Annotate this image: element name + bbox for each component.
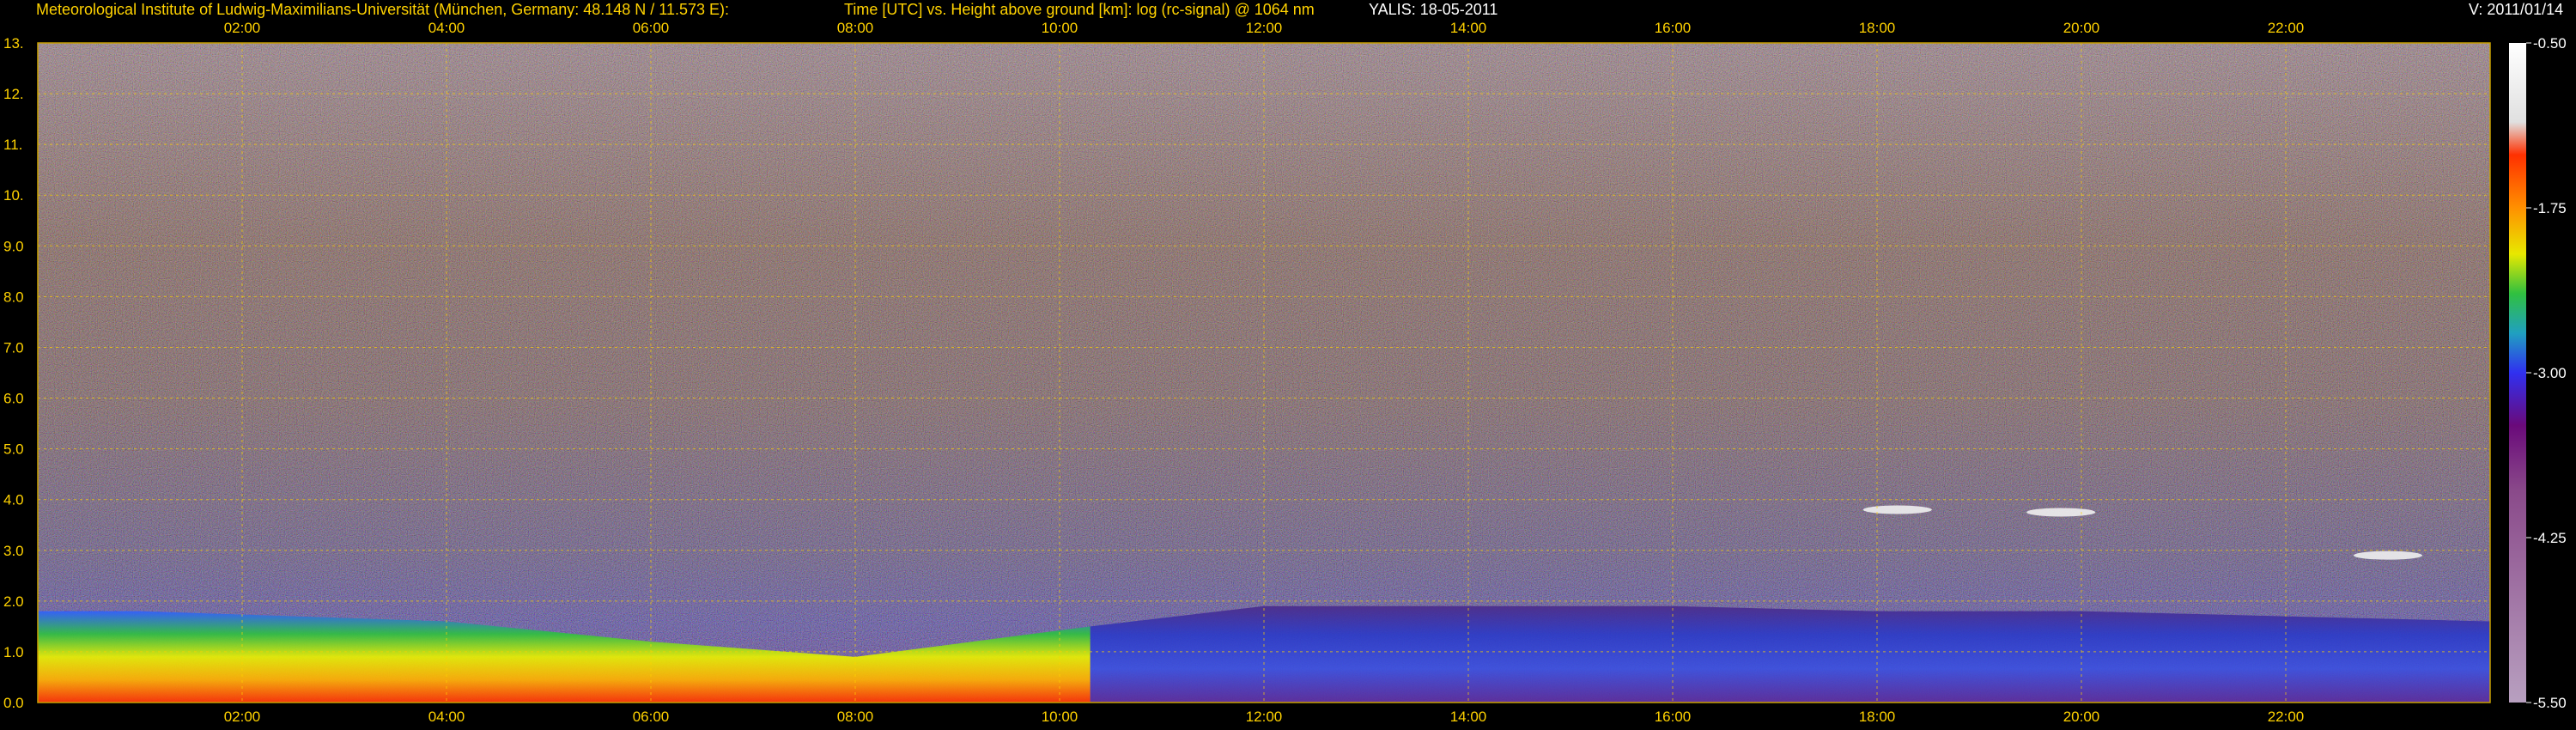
y-axis: 0.0 1.0 2.0 3.0 4.0 5.0 6.0 7.0 8.0 9.0 10. 11. 12. 1… bbox=[3, 35, 24, 711]
x-tick-bottom-22:00: 22:00 bbox=[2268, 709, 2305, 725]
y-tick-2.0: 2.0 bbox=[3, 593, 24, 610]
aerosol-layer-afternoon bbox=[1090, 605, 2490, 703]
y-tick-5.0: 5.0 bbox=[3, 441, 24, 458]
cloud-patch-2 bbox=[2354, 551, 2422, 560]
x-tick-bottom-14:00: 14:00 bbox=[1450, 709, 1487, 725]
x-tick-bottom-08:00: 08:00 bbox=[837, 709, 874, 725]
y-tick-8.0: 8.0 bbox=[3, 289, 24, 305]
x-tick-top-06:00: 06:00 bbox=[633, 20, 670, 36]
y-tick-1.0: 1.0 bbox=[3, 644, 24, 660]
y-tick-7.0: 7.0 bbox=[3, 339, 24, 356]
colorbar-tick--3.00: -3.00 bbox=[2533, 365, 2567, 381]
y-tick-0.0: 0.0 bbox=[3, 695, 24, 711]
plot-area bbox=[37, 42, 2491, 703]
x-tick-bottom-04:00: 04:00 bbox=[428, 709, 465, 725]
colorbar-tick--1.75: -1.75 bbox=[2533, 200, 2567, 216]
y-tick-12.: 12. bbox=[3, 86, 24, 102]
x-tick-top-20:00: 20:00 bbox=[2063, 20, 2100, 36]
y-tick-6.0: 6.0 bbox=[3, 391, 24, 407]
x-tick-top-12:00: 12:00 bbox=[1246, 20, 1283, 36]
y-tick-13.: 13. bbox=[3, 35, 24, 52]
x-tick-bottom-10:00: 10:00 bbox=[1042, 709, 1078, 725]
x-tick-bottom-06:00: 06:00 bbox=[633, 709, 670, 725]
x-tick-top-16:00: 16:00 bbox=[1655, 20, 1692, 36]
colorbar-tick--4.25: -4.25 bbox=[2533, 530, 2567, 546]
x-tick-top-04:00: 04:00 bbox=[428, 20, 465, 36]
x-tick-bottom-16:00: 16:00 bbox=[1655, 709, 1692, 725]
y-tick-4.0: 4.0 bbox=[3, 492, 24, 508]
x-tick-bottom-18:00: 18:00 bbox=[1859, 709, 1896, 725]
y-tick-9.0: 9.0 bbox=[3, 238, 24, 254]
cloud-patch-0 bbox=[1862, 505, 1932, 514]
x-tick-bottom-12:00: 12:00 bbox=[1246, 709, 1283, 725]
x-tick-bottom-02:00: 02:00 bbox=[224, 709, 261, 725]
x-tick-top-14:00: 14:00 bbox=[1450, 20, 1487, 36]
x-tick-top-18:00: 18:00 bbox=[1859, 20, 1896, 36]
y-tick-3.0: 3.0 bbox=[3, 543, 24, 559]
x-tick-top-22:00: 22:00 bbox=[2268, 20, 2305, 36]
y-tick-11.: 11. bbox=[3, 137, 22, 153]
colorbar: -0.50 -1.75 -3.00 -4.25 -5.50 bbox=[2509, 35, 2567, 711]
x-tick-top-02:00: 02:00 bbox=[224, 20, 261, 36]
x-tick-top-10:00: 10:00 bbox=[1042, 20, 1078, 36]
x-axis-bottom: 02:00 04:00 06:00 08:00 10:00 12:00 14:00 16:00… bbox=[224, 709, 2305, 725]
x-axis-top: 02:00 04:00 06:00 08:00 10:00 12:00 14:00 16:00… bbox=[224, 20, 2305, 36]
lidar-chart: 02:00 04:00 06:00 08:00 10:00 12:00 14:00 16:00… bbox=[3, 20, 2567, 725]
y-tick-10.: 10. bbox=[3, 187, 24, 204]
cloud-patch-1 bbox=[2026, 508, 2096, 517]
colorbar-scale bbox=[2509, 43, 2526, 703]
colorbar-tick--5.50: -5.50 bbox=[2533, 695, 2567, 711]
x-tick-top-08:00: 08:00 bbox=[837, 20, 874, 36]
x-tick-bottom-20:00: 20:00 bbox=[2063, 709, 2100, 725]
colorbar-tick--0.50: -0.50 bbox=[2533, 35, 2567, 52]
